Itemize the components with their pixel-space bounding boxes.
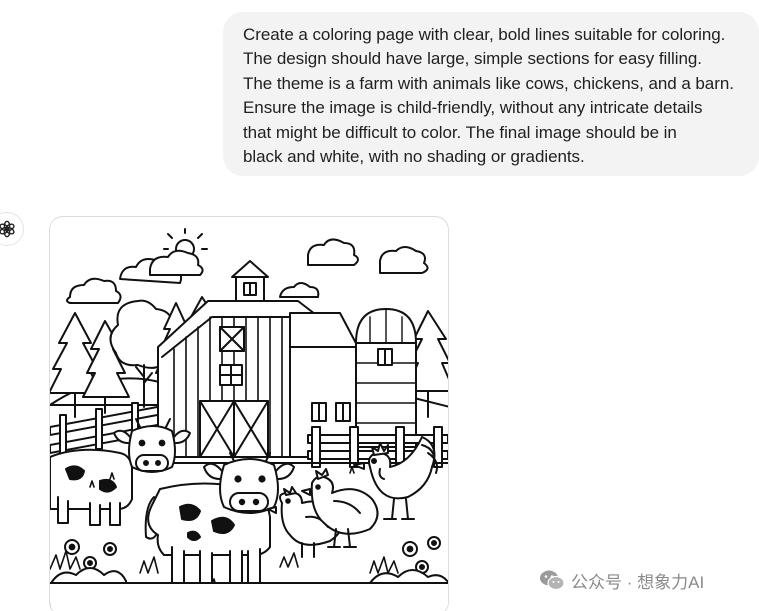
user-message-line: The theme is a farm with animals like co…: [243, 73, 734, 93]
silo: [355, 308, 417, 448]
wechat-icon: [540, 570, 565, 591]
barn: [157, 260, 359, 458]
assistant-avatar: [0, 212, 24, 246]
openai-logo-icon: [0, 220, 15, 238]
cow: [144, 452, 295, 586]
farm-coloring-illustration: [50, 228, 448, 611]
bottom-strip: [50, 583, 448, 611]
user-message-line: Create a coloring page with clear, bold …: [243, 25, 726, 44]
generated-image[interactable]: [49, 216, 449, 611]
user-message-line: The design should have large, simple sec…: [243, 49, 702, 69]
user-message-line: black and white, with no shading or grad…: [243, 147, 585, 167]
user-message-line: Ensure the image is child-friendly, with…: [243, 98, 703, 118]
user-message-line: that might be difficult to color. The fi…: [243, 122, 677, 142]
watermark: 公众号 · 想象力AI: [539, 566, 704, 594]
user-message-bubble: Create a coloring page with clear, bold …: [223, 12, 759, 176]
chat-page: Create a coloring page with clear, bold …: [0, 0, 759, 611]
watermark-text: 公众号 · 想象力AI: [571, 572, 705, 592]
